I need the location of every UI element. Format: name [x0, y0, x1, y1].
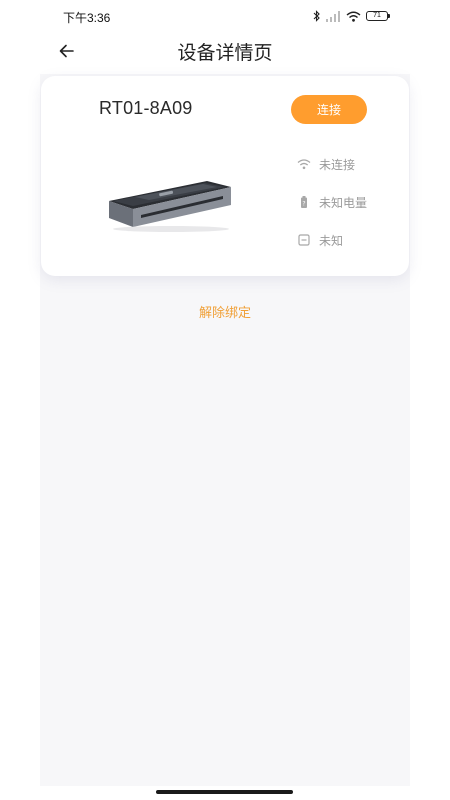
- battery-icon: ?: [301, 196, 307, 208]
- bluetooth-icon: [313, 10, 320, 22]
- connection-status-row: 未连接: [297, 156, 355, 172]
- connection-status: 未连接: [319, 157, 356, 172]
- svg-text:?: ?: [302, 201, 305, 208]
- device-card: RT01-8A09 连接 未连接 ? 未知电量 未知: [41, 76, 409, 276]
- status-icons: 71: [313, 9, 390, 23]
- printer-image: [109, 181, 231, 232]
- device-name: RT01-8A09: [99, 98, 193, 118]
- unbind-button[interactable]: 解除绑定: [0, 302, 450, 321]
- wifi-icon: [346, 11, 361, 22]
- battery-status-row: ? 未知电量: [297, 194, 367, 210]
- battery-status: 未知电量: [319, 195, 368, 210]
- page-title: 设备详情页: [177, 42, 273, 64]
- status-bar: 下午3:36 71: [0, 0, 450, 32]
- status-time: 下午3:36: [63, 11, 111, 25]
- paper-status-row: 未知: [297, 232, 343, 248]
- connect-button[interactable]: 连接: [291, 95, 367, 124]
- home-indicator[interactable]: [156, 790, 293, 794]
- paper-status: 未知: [319, 233, 344, 248]
- wifi-icon: [297, 159, 311, 170]
- signal-icon: [326, 10, 340, 22]
- nav-bar: 设备详情页: [0, 32, 450, 72]
- battery-icon: 71: [366, 11, 390, 21]
- paper-status-icon: [298, 234, 310, 246]
